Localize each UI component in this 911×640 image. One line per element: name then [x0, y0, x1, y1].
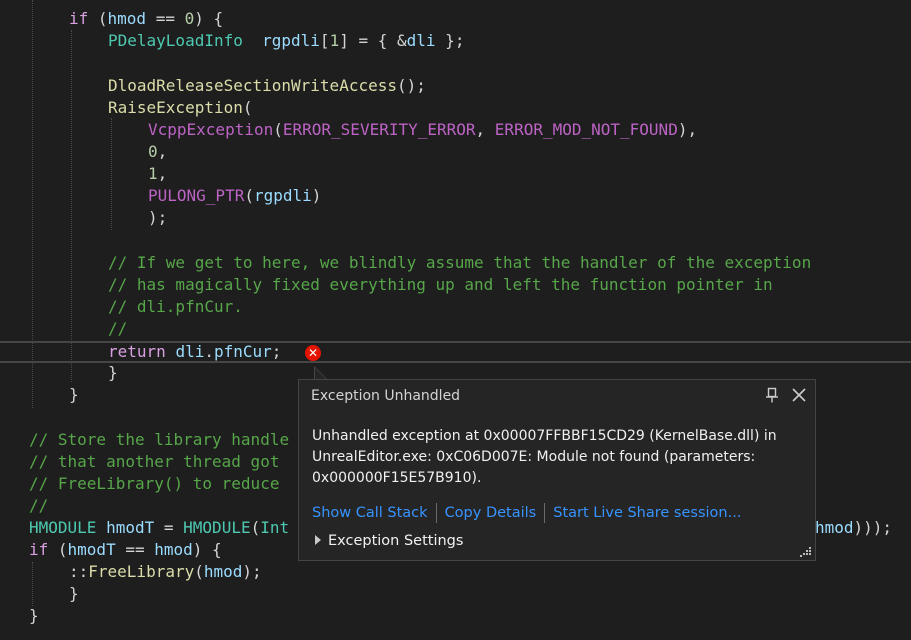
- code-line: PDelayLoadInfo rgpdli[1] = { &dli };: [108, 31, 465, 50]
- code-line: RaiseException(: [108, 98, 253, 117]
- code-line: }: [29, 606, 39, 625]
- indent-guide: [71, 30, 72, 382]
- code-line: 0,: [148, 142, 168, 161]
- current-code-line: return dli.pfnCur;: [108, 342, 282, 361]
- code-line: ::FreeLibrary(hmod);: [69, 562, 262, 581]
- code-line: PULONG_PTR(rgpdli): [148, 186, 322, 205]
- code-line: HMODULE hmodT = HMODULE(Int: [29, 518, 290, 537]
- code-line: );: [148, 208, 168, 227]
- code-comment: // If we get to here, we blindly assume …: [108, 253, 812, 272]
- code-comment: // FreeLibrary() to reduce: [29, 474, 280, 493]
- close-icon[interactable]: [791, 387, 807, 403]
- code-comment: //: [29, 496, 49, 515]
- exception-message-line: 0x000000F15E57B910).: [312, 470, 482, 486]
- copy-details-link[interactable]: Copy Details: [445, 505, 537, 521]
- link-separator: [544, 503, 546, 523]
- code-line: if (hmodT == hmod) {: [29, 540, 222, 559]
- error-icon[interactable]: ✕: [305, 345, 321, 361]
- code-line-tail: hmod)));: [815, 518, 893, 537]
- code-comment: // dli.pfnCur.: [108, 297, 243, 316]
- code-line: VcppException(ERROR_SEVERITY_ERROR, ERRO…: [148, 120, 698, 139]
- indent-guide: [32, 562, 33, 606]
- exception-settings-toggle[interactable]: Exception Settings: [315, 533, 463, 549]
- exception-settings-label: Exception Settings: [328, 533, 464, 549]
- code-line: }: [69, 584, 79, 603]
- indent-guide: [111, 118, 112, 230]
- exception-popup: Exception Unhandled Unhandled exception …: [298, 379, 816, 561]
- popup-actions: Show Call Stack Copy Details Start Live Sh…: [312, 503, 741, 523]
- live-share-link[interactable]: Start Live Share session...: [553, 505, 741, 521]
- code-line: 1,: [148, 164, 168, 183]
- code-line: }: [108, 363, 118, 382]
- code-comment: // that another thread got: [29, 452, 280, 471]
- exception-message-line: UnrealEditor.exe: 0xC06D007E: Module not…: [312, 449, 756, 465]
- show-call-stack-link[interactable]: Show Call Stack: [312, 505, 428, 521]
- exception-message-line: Unhandled exception at 0x00007FFBBF15CD2…: [312, 428, 777, 444]
- code-comment: // has magically fixed everything up and…: [108, 275, 773, 294]
- popup-title: Exception Unhandled: [311, 388, 461, 404]
- code-line: }: [69, 385, 79, 404]
- code-line: DloadReleaseSectionWriteAccess();: [108, 76, 426, 95]
- pin-icon[interactable]: [765, 387, 779, 403]
- code-line: if (hmod == 0) {: [69, 9, 224, 28]
- exception-message: Unhandled exception at 0x00007FFBBF15CD2…: [312, 426, 782, 489]
- chevron-right-icon: [315, 535, 321, 545]
- code-comment: //: [108, 319, 128, 338]
- code-comment: // Store the library handle: [29, 430, 290, 449]
- link-separator: [435, 503, 437, 523]
- resize-grip-icon[interactable]: [799, 545, 811, 557]
